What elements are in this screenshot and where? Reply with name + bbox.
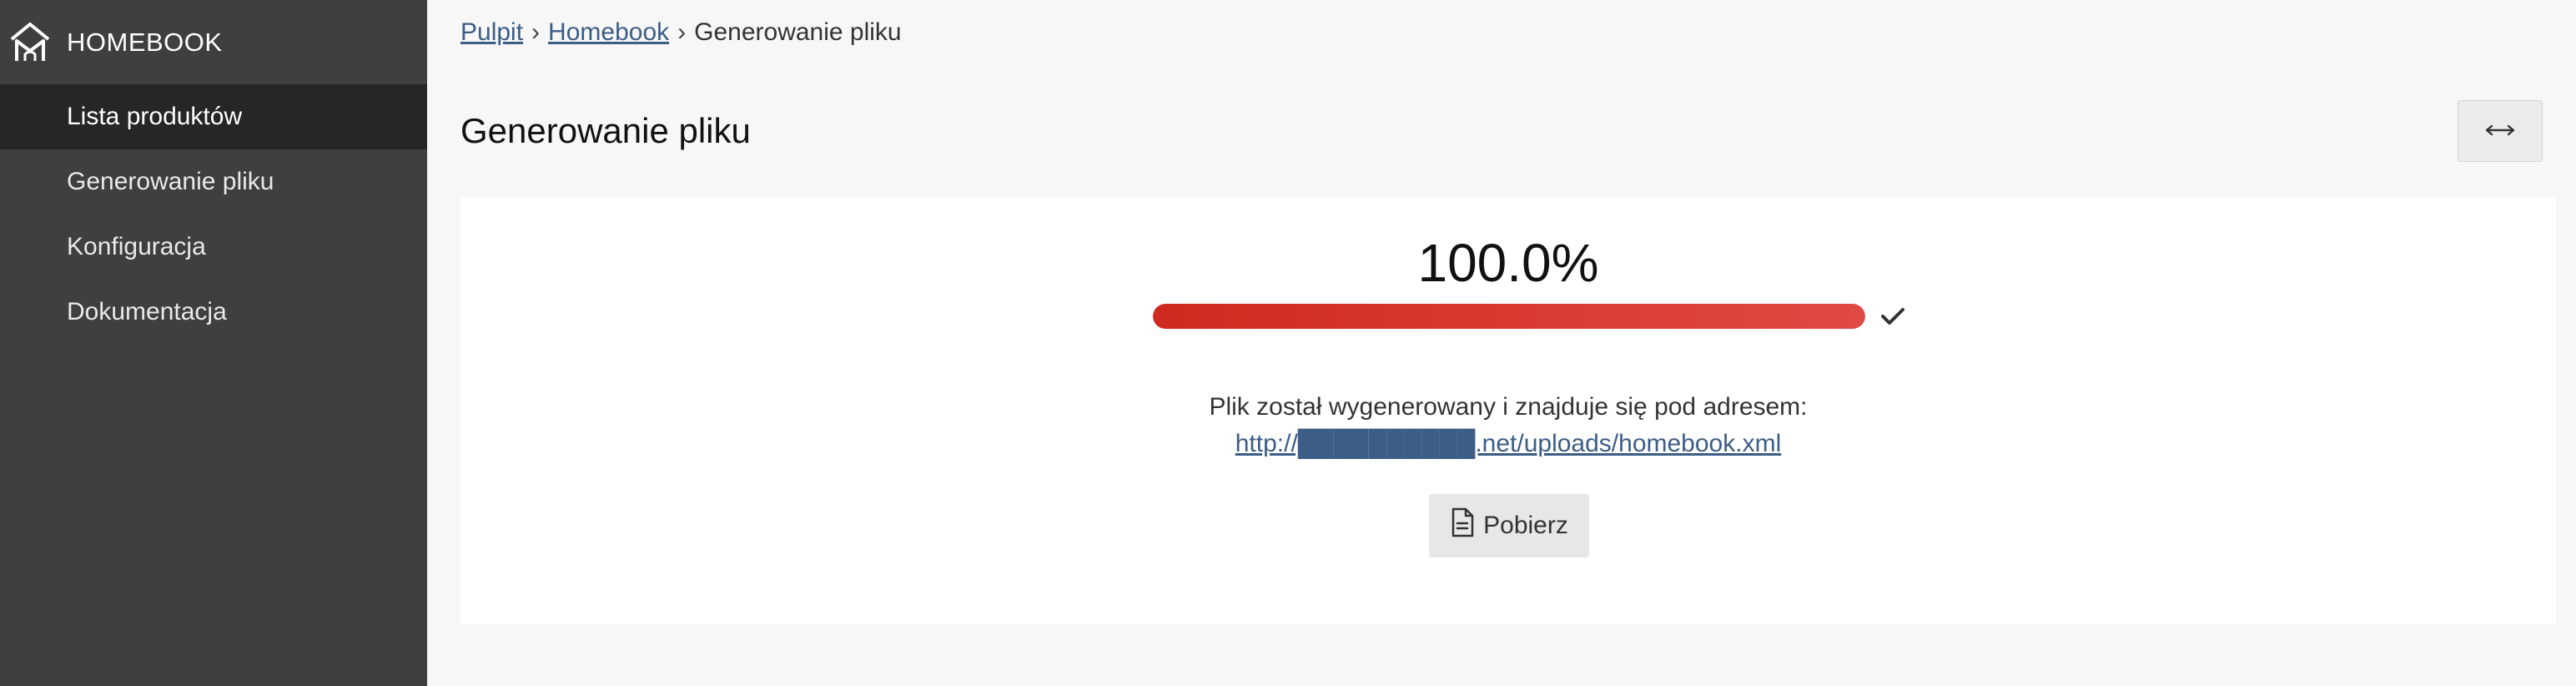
- progress-percent: 100.0%: [1417, 233, 1599, 293]
- brand[interactable]: HOMEBOOK: [0, 0, 427, 84]
- sidebar-item-lista-produktow[interactable]: Lista produktów: [0, 84, 427, 149]
- page-header: Generowanie pliku: [460, 65, 2543, 197]
- breadcrumb-current: Generowanie pliku: [694, 18, 902, 46]
- check-icon: [1879, 304, 1907, 329]
- progress-bar-fill: [1153, 304, 1865, 329]
- breadcrumb: Pulpit › Homebook › Generowanie pliku: [460, 0, 2543, 65]
- arrows-horizontal-icon: [2485, 124, 2515, 139]
- generation-card: 100.0% Plik został wygenerowany i znajdu…: [460, 197, 2556, 624]
- download-button-label: Pobierz: [1483, 512, 1568, 539]
- result-message: Plik został wygenerowany i znajduje się …: [1209, 393, 1808, 421]
- expand-width-button[interactable]: [2458, 100, 2543, 162]
- download-button[interactable]: Pobierz: [1429, 494, 1589, 557]
- progress-bar: [1153, 304, 1865, 329]
- sidebar: HOMEBOOK Lista produktów Generowanie pli…: [0, 0, 427, 686]
- file-url-link[interactable]: http://██████████.net/uploads/homebook.x…: [1235, 430, 1781, 457]
- sidebar-item-generowanie-pliku[interactable]: Generowanie pliku: [0, 149, 427, 214]
- document-icon: [1450, 507, 1475, 544]
- sidebar-item-konfiguracja[interactable]: Konfiguracja: [0, 214, 427, 280]
- breadcrumb-separator: ›: [531, 18, 541, 46]
- sidebar-item-dokumentacja[interactable]: Dokumentacja: [0, 280, 427, 345]
- breadcrumb-separator: ›: [677, 18, 687, 46]
- main-content: Pulpit › Homebook › Generowanie pliku Ge…: [427, 0, 2576, 686]
- home-roof-icon: [7, 19, 53, 66]
- breadcrumb-link-homebook[interactable]: Homebook: [548, 18, 669, 47]
- breadcrumb-link-pulpit[interactable]: Pulpit: [460, 18, 523, 47]
- brand-title: HOMEBOOK: [67, 27, 223, 57]
- result-message-block: Plik został wygenerowany i znajduje się …: [460, 389, 2556, 462]
- page-title: Generowanie pliku: [460, 111, 751, 150]
